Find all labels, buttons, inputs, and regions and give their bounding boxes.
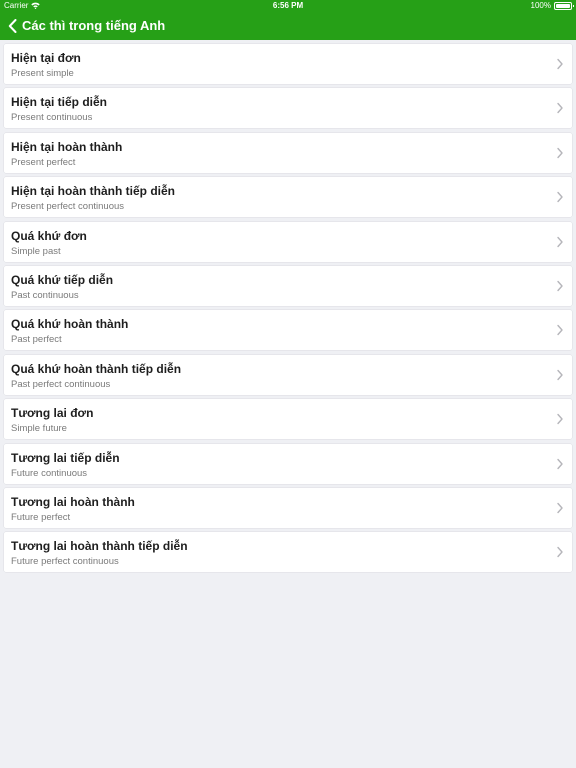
list-item-subtitle: Present perfect continuous <box>11 201 125 213</box>
list-item[interactable]: Hiện tại hoàn thành tiếp diễn Present per… <box>4 177 572 218</box>
list-item-subtitle: Past perfect <box>11 334 62 346</box>
list-item-title: Tương lai hoàn thành <box>11 494 135 509</box>
list-item[interactable]: Tương lai hoàn thành tiếp diễn Future per… <box>4 532 572 573</box>
chevron-right-icon <box>557 147 563 158</box>
chevron-right-icon <box>557 280 563 292</box>
list-item-title: Quá khứ đơn <box>11 228 87 243</box>
list-item-title: Hiện tại hoàn thành <box>11 139 123 154</box>
chevron-right-icon <box>557 236 563 247</box>
list-item-title: Hiện tại hoàn thành tiếp diễn <box>11 184 176 199</box>
chevron-right-icon <box>557 325 563 336</box>
status-bar: Carrier 6:56 PM 100% <box>0 0 576 12</box>
list-item-subtitle: Simple past <box>11 245 61 257</box>
list-item-title: Hiện tại tiếp diễn <box>11 95 108 110</box>
list-item[interactable]: Quá khứ tiếp diễn Past continuous <box>4 265 572 306</box>
list-item-title: Quá khứ tiếp diễn <box>11 272 114 287</box>
chevron-right-icon <box>557 58 563 70</box>
chevron-right-icon <box>557 103 563 114</box>
list-item-subtitle: Present perfect <box>11 156 76 168</box>
list-item-title: Tương lai đơn <box>11 406 94 421</box>
chevron-right-icon <box>557 413 563 425</box>
back-button[interactable] <box>2 14 22 38</box>
list-item-subtitle: Future perfect <box>11 511 71 523</box>
list-item-title: Tương lai tiếp diễn <box>11 450 120 465</box>
list-item[interactable]: Quá khứ hoàn thành Past perfect <box>4 310 572 351</box>
clock: 6:56 PM <box>272 1 304 10</box>
list-item[interactable]: Hiện tại đơn Present simple <box>4 44 572 84</box>
chevron-left-icon <box>8 19 16 33</box>
list-item-subtitle: Past perfect continuous <box>11 378 111 390</box>
list-item-subtitle: Future continuous <box>11 467 88 479</box>
chevron-right-icon <box>557 502 563 514</box>
battery-icon <box>554 1 574 10</box>
battery-percent: 100% <box>530 1 551 10</box>
list-item-subtitle: Simple future <box>11 423 67 435</box>
list-item[interactable]: Quá khứ đơn Simple past <box>4 221 572 262</box>
navigation-bar: Các thì trong tiếng Anh <box>0 12 576 40</box>
chevron-right-icon <box>557 458 563 469</box>
list-item-subtitle: Past continuous <box>11 289 79 301</box>
list-item[interactable]: Tương lai đơn Simple future <box>4 399 572 440</box>
list-item-subtitle: Present simple <box>11 68 74 79</box>
list-item-title: Hiện tại đơn <box>11 51 81 65</box>
chevron-right-icon <box>557 547 563 558</box>
list-item[interactable]: Tương lai tiếp diễn Future continuous <box>4 443 572 484</box>
list-item-title: Quá khứ hoàn thành <box>11 317 129 332</box>
tense-list: Hiện tại đơn Present simple Hiện tại tiếp … <box>4 44 572 577</box>
list-item[interactable]: Tương lai hoàn thành Future perfect <box>4 487 572 528</box>
chevron-right-icon <box>557 191 563 203</box>
battery-group: 100% <box>530 1 574 10</box>
list-item-title: Quá khứ hoàn thành tiếp diễn <box>11 361 182 376</box>
list-item-title: Tương lai hoàn thành tiếp diễn <box>11 539 188 554</box>
list-item[interactable]: Hiện tại hoàn thành Present perfect <box>4 132 572 173</box>
page-title: Các thì trong tiếng Anh <box>22 18 166 33</box>
list-item-subtitle: Present continuous <box>11 112 93 124</box>
list-item[interactable]: Hiện tại tiếp diễn Present continuous <box>4 88 572 129</box>
list-item[interactable]: Quá khứ hoàn thành tiếp diễn Past perfect… <box>4 354 572 395</box>
chevron-right-icon <box>557 369 563 380</box>
list-item-subtitle: Future perfect continuous <box>11 556 119 568</box>
